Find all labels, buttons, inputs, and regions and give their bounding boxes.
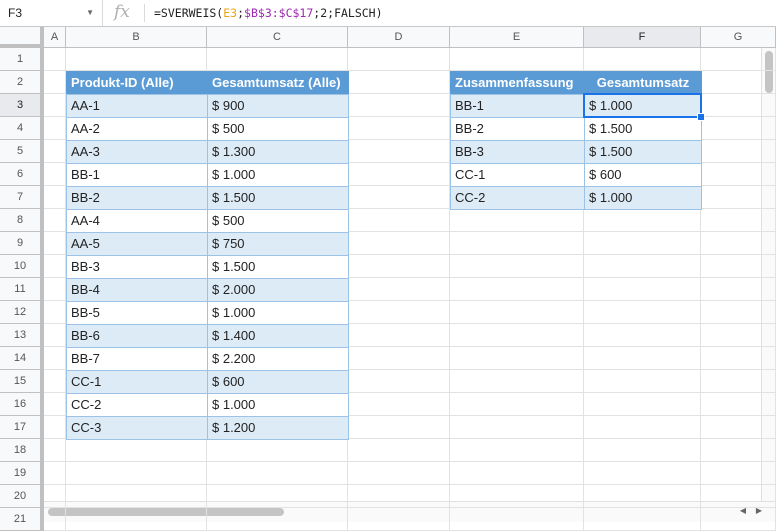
gridline-horizontal: [44, 461, 776, 462]
row-header-4[interactable]: 4: [0, 117, 44, 140]
total-sales-cell[interactable]: $ 1.000: [207, 301, 349, 325]
product-id-cell[interactable]: AA-2: [66, 117, 208, 141]
formula-input[interactable]: =SVERWEIS(E3;$B$3:$C$17;2;FALSCH): [154, 6, 383, 20]
row-header-1[interactable]: 1: [0, 48, 44, 71]
column-header-g[interactable]: G: [701, 27, 776, 48]
row-header-14[interactable]: 14: [0, 347, 44, 370]
product-id-cell[interactable]: AA-1: [66, 94, 208, 118]
row-header-3[interactable]: 3: [0, 94, 44, 117]
formula-separator-text: ;: [237, 6, 245, 20]
spreadsheet-grid[interactable]: ◀ ▶ A B C D E F G 1 2 3 4 5 6 7 8 9 10 11 12 13 14 15 16 17 18 19…: [0, 27, 776, 531]
total-sales-cell[interactable]: $ 500: [207, 209, 349, 233]
summary-sales-cell[interactable]: $ 1.500: [584, 140, 702, 164]
summary-sales-cell[interactable]: $ 1.000: [584, 94, 702, 118]
table-all-header-1[interactable]: Gesamtumsatz (Alle): [207, 71, 349, 95]
row-header-21[interactable]: 21: [0, 508, 44, 531]
horizontal-scrollbar[interactable]: ◀ ▶: [44, 501, 776, 522]
product-id-cell[interactable]: AA-3: [66, 140, 208, 164]
summary-id-cell[interactable]: CC-1: [450, 163, 585, 187]
fx-icon: fx: [114, 2, 130, 22]
chevron-down-icon[interactable]: ▼: [86, 8, 94, 17]
column-header-b[interactable]: B: [66, 27, 207, 48]
product-id-cell[interactable]: BB-6: [66, 324, 208, 348]
summary-sales-cell[interactable]: $ 1.000: [584, 186, 702, 210]
row-header-9[interactable]: 9: [0, 232, 44, 255]
gridline-horizontal: [44, 507, 776, 508]
row-header-17[interactable]: 17: [0, 416, 44, 439]
total-sales-cell[interactable]: $ 500: [207, 117, 349, 141]
summary-sales-cell[interactable]: $ 1.500: [584, 117, 702, 141]
summary-header-0[interactable]: Zusammenfassung: [450, 71, 585, 95]
total-sales-cell[interactable]: $ 1.000: [207, 163, 349, 187]
row-header-11[interactable]: 11: [0, 278, 44, 301]
total-sales-cell[interactable]: $ 1.000: [207, 393, 349, 417]
vertical-scroll-thumb[interactable]: [765, 51, 773, 93]
name-box[interactable]: F3 ▼: [0, 0, 103, 26]
product-id-cell[interactable]: BB-4: [66, 278, 208, 302]
total-sales-cell[interactable]: $ 1.300: [207, 140, 349, 164]
total-sales-cell[interactable]: $ 1.400: [207, 324, 349, 348]
summary-id-cell[interactable]: BB-2: [450, 117, 585, 141]
row-header-6[interactable]: 6: [0, 163, 44, 186]
row-header-16[interactable]: 16: [0, 393, 44, 416]
fill-handle[interactable]: [697, 113, 705, 121]
summary-sales-cell[interactable]: $ 600: [584, 163, 702, 187]
formula-text-end: ;2;FALSCH): [313, 6, 383, 20]
formula-ref-e3: E3: [223, 6, 238, 20]
row-header-2[interactable]: 2: [0, 71, 44, 94]
column-header-c[interactable]: C: [207, 27, 348, 48]
row-header-15[interactable]: 15: [0, 370, 44, 393]
product-id-cell[interactable]: BB-2: [66, 186, 208, 210]
column-header-e[interactable]: E: [450, 27, 584, 48]
column-header-d[interactable]: D: [348, 27, 450, 48]
gridline-horizontal: [44, 484, 776, 485]
row-header-12[interactable]: 12: [0, 301, 44, 324]
total-sales-cell[interactable]: $ 600: [207, 370, 349, 394]
total-sales-cell[interactable]: $ 1.200: [207, 416, 349, 440]
product-id-cell[interactable]: AA-5: [66, 232, 208, 256]
total-sales-cell[interactable]: $ 750: [207, 232, 349, 256]
horizontal-scroll-thumb[interactable]: [48, 508, 284, 516]
row-header-20[interactable]: 20: [0, 485, 44, 508]
formula-bar: F3 ▼ fx =SVERWEIS(E3;$B$3:$C$17;2;FALSCH…: [0, 0, 776, 27]
row-header-8[interactable]: 8: [0, 209, 44, 232]
product-id-cell[interactable]: AA-4: [66, 209, 208, 233]
row-header-19[interactable]: 19: [0, 462, 44, 485]
total-sales-cell[interactable]: $ 2.000: [207, 278, 349, 302]
total-sales-cell[interactable]: $ 1.500: [207, 186, 349, 210]
formula-ref-range: $B$3:$C$17: [244, 6, 314, 20]
row-header-10[interactable]: 10: [0, 255, 44, 278]
row-header-18[interactable]: 18: [0, 439, 44, 462]
name-box-value: F3: [8, 6, 23, 20]
formula-text-start: =SVERWEIS(: [154, 6, 224, 20]
summary-id-cell[interactable]: BB-3: [450, 140, 585, 164]
product-id-cell[interactable]: BB-3: [66, 255, 208, 279]
total-sales-cell[interactable]: $ 900: [207, 94, 349, 118]
product-id-cell[interactable]: BB-5: [66, 301, 208, 325]
total-sales-cell[interactable]: $ 2.200: [207, 347, 349, 371]
row-header-13[interactable]: 13: [0, 324, 44, 347]
select-all-corner[interactable]: [0, 27, 44, 48]
summary-header-1[interactable]: Gesamtumsatz: [584, 71, 702, 95]
formula-separator: [144, 4, 145, 22]
total-sales-cell[interactable]: $ 1.500: [207, 255, 349, 279]
product-id-cell[interactable]: BB-1: [66, 163, 208, 187]
row-header-5[interactable]: 5: [0, 140, 44, 163]
table-all-header-0[interactable]: Produkt-ID (Alle): [66, 71, 208, 95]
product-id-cell[interactable]: CC-2: [66, 393, 208, 417]
product-id-cell[interactable]: BB-7: [66, 347, 208, 371]
row-header-7[interactable]: 7: [0, 186, 44, 209]
summary-id-cell[interactable]: BB-1: [450, 94, 585, 118]
product-id-cell[interactable]: CC-3: [66, 416, 208, 440]
column-header-a[interactable]: A: [44, 27, 66, 48]
column-header-f[interactable]: F: [584, 27, 701, 48]
summary-id-cell[interactable]: CC-2: [450, 186, 585, 210]
product-id-cell[interactable]: CC-1: [66, 370, 208, 394]
